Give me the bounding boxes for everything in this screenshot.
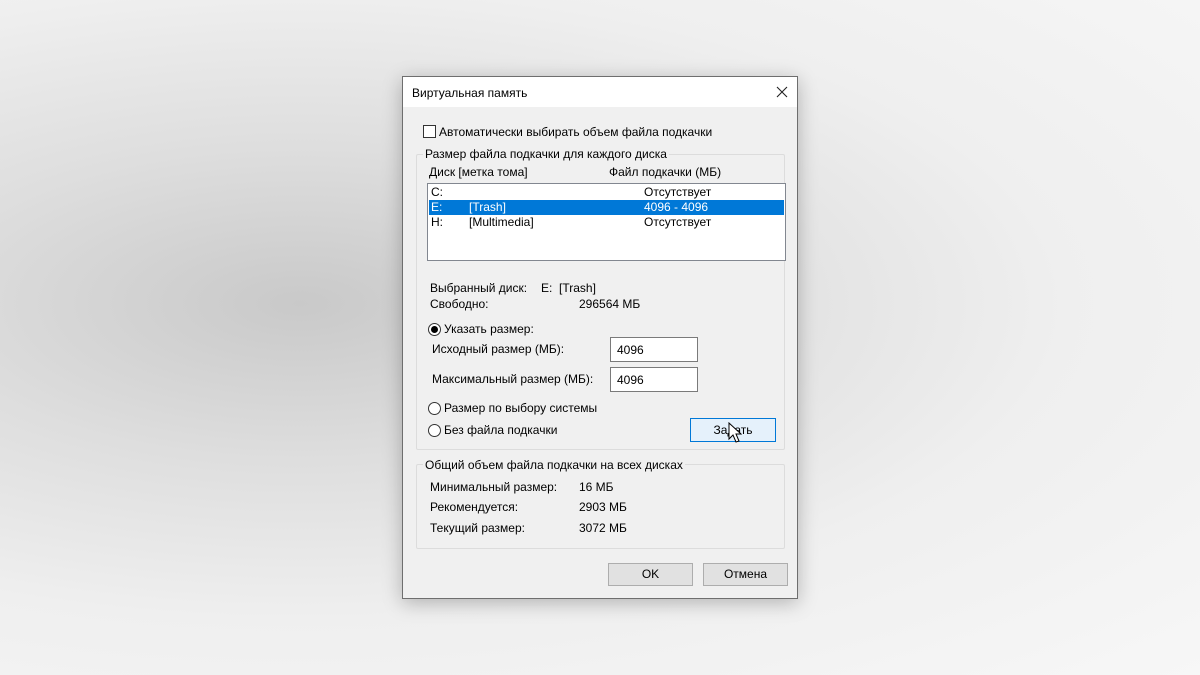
drive-paging: Отсутствует [644,185,712,199]
drive-label: [Multimedia] [469,215,534,229]
drive-letter: E: [431,200,443,214]
drive-letter: C: [431,185,443,199]
system-managed-label[interactable]: Размер по выбору системы [444,401,597,415]
no-paging-label[interactable]: Без файла подкачки [444,423,557,437]
no-paging-radio[interactable] [428,424,441,437]
drive-letter: H: [431,215,443,229]
max-size-label: Максимальный размер (МБ): [432,372,594,386]
selected-drive-label: Выбранный диск: [430,281,528,295]
initial-size-input[interactable] [610,337,698,362]
custom-size-radio[interactable] [428,323,441,336]
min-size-label: Минимальный размер: [430,480,558,494]
close-icon[interactable] [776,86,788,98]
selected-drive-value: E: [Trash] [541,281,596,295]
drive-list[interactable]: C: Отсутствует E: [Trash] 4096 - 4096 H:… [427,183,786,261]
mouse-cursor-icon [728,422,742,443]
custom-size-label[interactable]: Указать размер: [444,322,534,336]
auto-size-label[interactable]: Автоматически выбирать объем файла подка… [439,125,712,139]
cancel-button[interactable]: Отмена [703,563,788,586]
drive-label: [Trash] [469,200,506,214]
per-disk-group-title: Размер файла подкачки для каждого диска [423,147,669,161]
recommended-value: 2903 МБ [579,500,627,514]
initial-size-label: Исходный размер (МБ): [432,342,565,356]
max-size-input[interactable] [610,367,698,392]
recommended-label: Рекомендуется: [430,500,519,514]
virtual-memory-dialog: Виртуальная память Автоматически выбират… [402,76,798,599]
free-space-label: Свободно: [430,297,489,311]
total-group-title: Общий объем файла подкачки на всех диска… [423,458,685,472]
current-size-label: Текущий размер: [430,521,525,535]
title-bar: Виртуальная память [403,77,797,107]
drive-row-e[interactable]: E: [Trash] 4096 - 4096 [429,200,784,215]
drive-row-h[interactable]: H: [Multimedia] Отсутствует [429,215,784,230]
system-managed-radio[interactable] [428,402,441,415]
free-space-value: 296564 МБ [579,297,641,311]
drive-paging: 4096 - 4096 [644,200,709,214]
dialog-title: Виртуальная память [412,86,528,100]
drive-paging: Отсутствует [644,215,712,229]
auto-size-checkbox[interactable] [423,125,436,138]
current-size-value: 3072 МБ [579,521,627,535]
min-size-value: 16 МБ [579,480,614,494]
column-header-drive: Диск [метка тома] [429,165,528,179]
drive-row-c[interactable]: C: Отсутствует [429,185,784,200]
column-header-paging: Файл подкачки (МБ) [609,165,722,179]
ok-button[interactable]: OK [608,563,693,586]
